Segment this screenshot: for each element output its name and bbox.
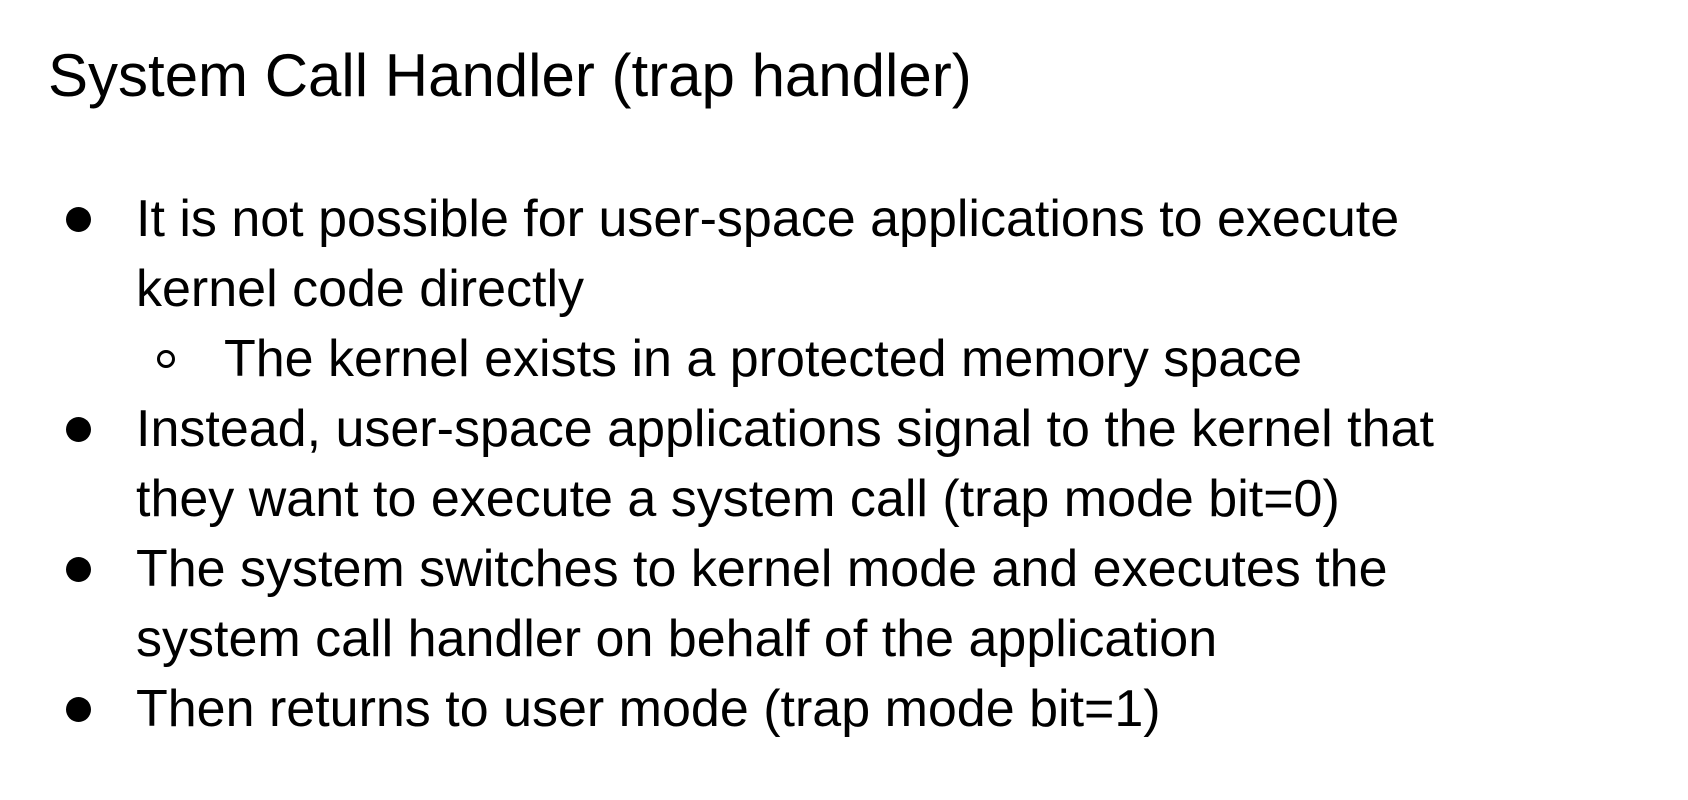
sub-bullet-text-line: The kernel exists in a protected memory …: [224, 330, 1303, 388]
bullet-disc-icon: [58, 184, 98, 254]
bullet-text-line: Instead, user-space applications signal …: [136, 400, 1434, 458]
bullet-disc-icon: [58, 394, 98, 464]
bullet-disc-icon: [58, 534, 98, 604]
bullet-text-line: The system switches to kernel mode and e…: [136, 540, 1388, 598]
bullet-item-3: The system switches to kernel mode and e…: [0, 534, 1636, 674]
bullet-disc-icon: [58, 674, 98, 744]
bullet-item-1: It is not possible for user-space applic…: [0, 184, 1636, 324]
bullet-list: It is not possible for user-space applic…: [0, 184, 1688, 744]
bullet-text-line: Then returns to user mode (trap mode bit…: [136, 680, 1161, 738]
sub-bullet-item-1: The kernel exists in a protected memory …: [0, 324, 1688, 394]
bullet-text-line: kernel code directly: [136, 260, 584, 318]
bullet-text-line: It is not possible for user-space applic…: [136, 190, 1400, 248]
bullet-circle-icon: [146, 324, 186, 394]
bullet-item-4: Then returns to user mode (trap mode bit…: [0, 674, 1636, 744]
bullet-item-2: Instead, user-space applications signal …: [0, 394, 1636, 534]
bullet-text-line: system call handler on behalf of the app…: [136, 610, 1218, 668]
slide: System Call Handler (trap handler) It is…: [0, 0, 1688, 800]
bullet-text-line: they want to execute a system call (trap…: [136, 470, 1340, 528]
slide-title: System Call Handler (trap handler): [48, 42, 972, 109]
